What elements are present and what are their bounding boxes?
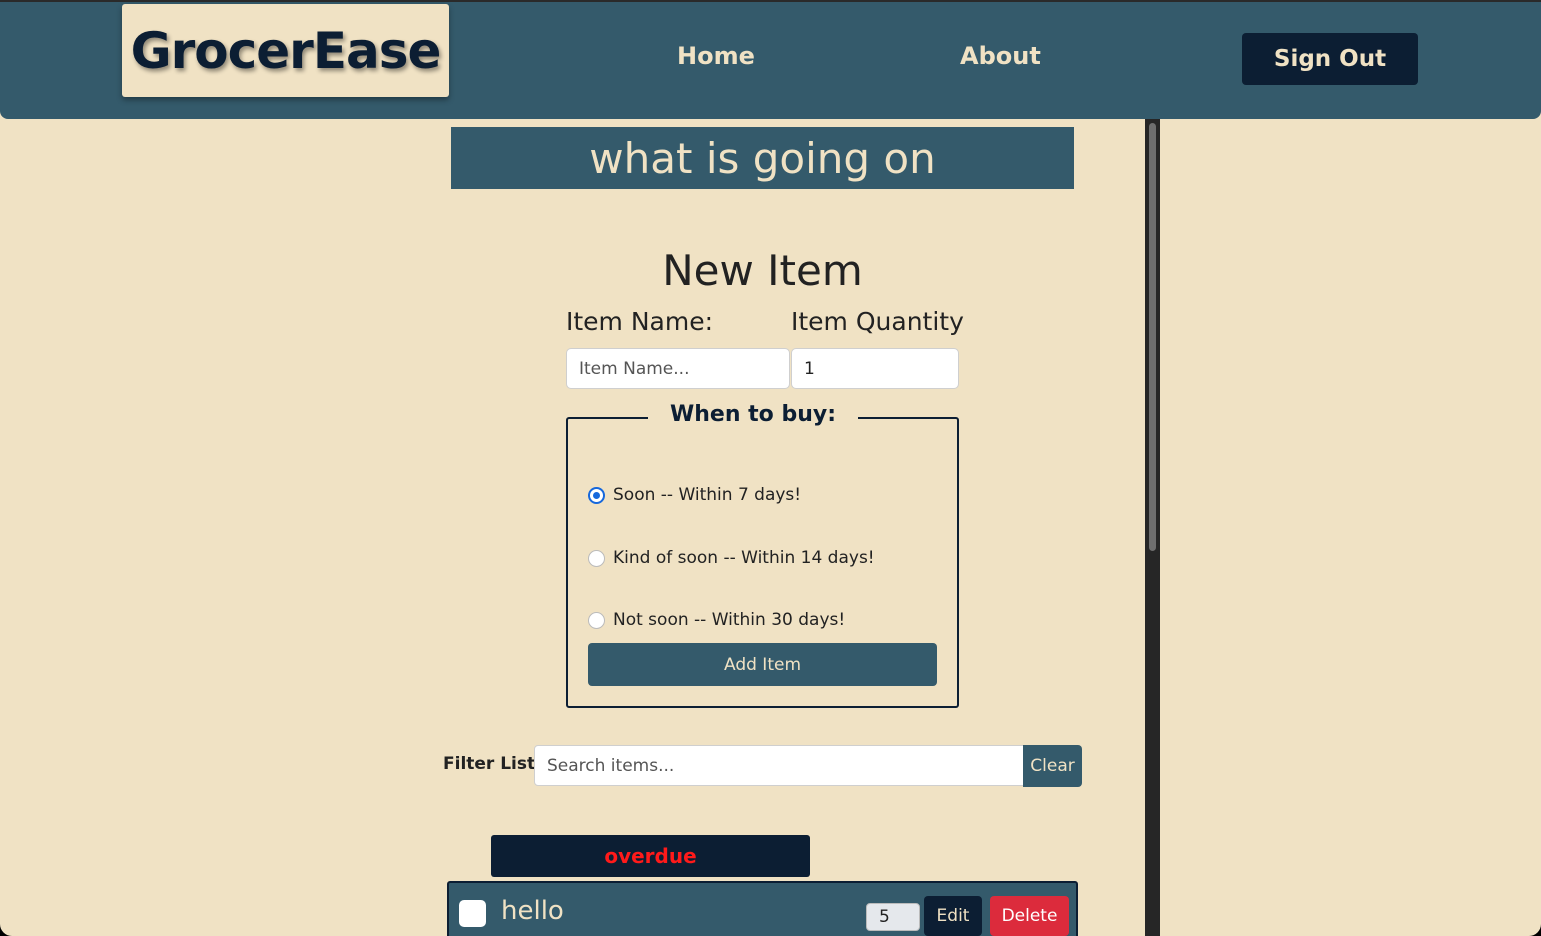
radio-soon-checked-icon[interactable] [588, 486, 605, 504]
overdue-group-label: overdue [491, 835, 810, 877]
nav-home-link[interactable]: Home [677, 42, 755, 70]
when-to-buy-legend: When to buy: [648, 402, 858, 432]
radio-kind-of-soon-label: Kind of soon -- Within 14 days! [613, 548, 875, 568]
nav-about-link[interactable]: About [960, 42, 1041, 70]
filter-list-label: Filter List: [443, 754, 542, 774]
item-quantity-label: Item Quantity [791, 307, 964, 336]
vertical-scrollbar[interactable] [1145, 119, 1160, 936]
radio-not-soon-icon[interactable] [588, 611, 605, 629]
radio-option-not-soon[interactable]: Not soon -- Within 30 days! [588, 610, 845, 630]
scrollbar-thumb[interactable] [1149, 123, 1156, 551]
radio-soon-label: Soon -- Within 7 days! [613, 485, 802, 505]
filter-search-input[interactable] [534, 745, 1024, 786]
radio-not-soon-label: Not soon -- Within 30 days! [613, 610, 846, 630]
item-name-input[interactable] [566, 348, 790, 389]
clear-filter-button[interactable]: Clear [1023, 745, 1082, 787]
item-quantity-input[interactable] [791, 348, 959, 389]
delete-item-button[interactable]: Delete [990, 896, 1069, 936]
top-navbar: GrocerEase Home About Sign Out [0, 0, 1541, 119]
app-window: GrocerEase Home About Sign Out what is g… [0, 0, 1541, 936]
item-name: hello [501, 896, 564, 926]
sign-out-button[interactable]: Sign Out [1242, 33, 1418, 85]
logo-text: GrocerEase [130, 21, 442, 80]
item-checkbox[interactable] [459, 900, 486, 927]
radio-kind-of-soon-icon[interactable] [588, 549, 605, 567]
radio-option-soon[interactable]: Soon -- Within 7 days! [588, 485, 801, 505]
add-item-button[interactable]: Add Item [588, 643, 937, 686]
list-item: hello Edit Delete [447, 881, 1078, 936]
new-item-heading: New Item [662, 246, 863, 295]
list-title-banner: what is going on [451, 127, 1074, 189]
radio-option-kind-of-soon[interactable]: Kind of soon -- Within 14 days! [588, 548, 875, 568]
item-name-label: Item Name: [566, 307, 714, 336]
logo[interactable]: GrocerEase [122, 4, 449, 97]
item-quantity-field[interactable] [866, 903, 920, 931]
edit-item-button[interactable]: Edit [924, 896, 982, 936]
